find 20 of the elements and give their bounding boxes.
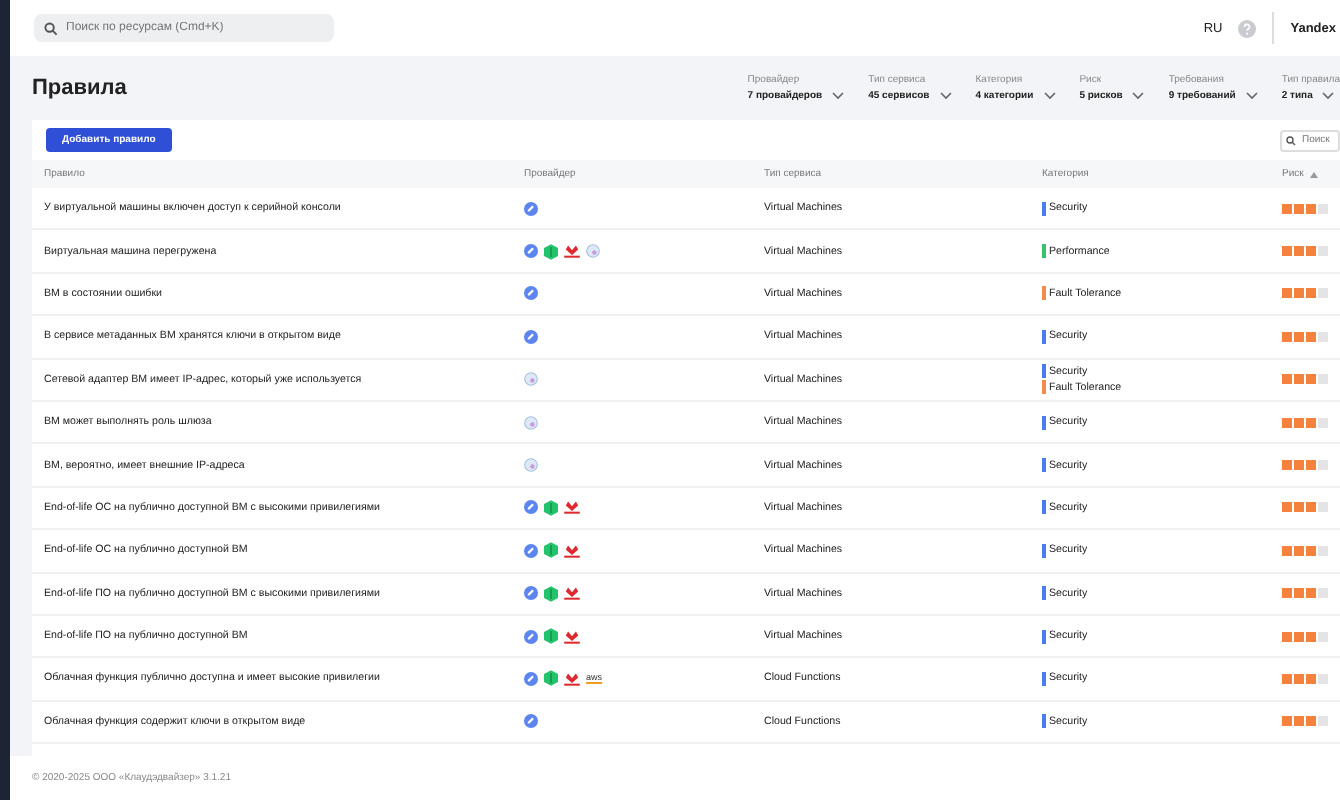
help-icon[interactable] [1238,19,1257,37]
hexagon-icon [544,542,558,559]
hexagon-icon [544,243,558,260]
hexagon-icon [544,670,558,687]
page-title: Правила [32,76,127,100]
dot-circle-icon [524,372,538,387]
search-icon [44,21,58,35]
chevron-icon [1322,92,1335,100]
chevron-icon [832,92,845,100]
chevron-icon [1132,92,1145,100]
dot-circle-icon [586,244,600,259]
hexagon-icon [544,628,558,645]
hexagon-icon [544,585,558,602]
chevron-icon [1043,92,1056,100]
chevron-icon [939,92,952,100]
dot-circle-icon [524,458,538,473]
chevron-icon [1245,92,1258,100]
hexagon-icon [544,499,558,516]
dot-circle-icon [524,415,538,430]
search-icon [1286,135,1296,145]
